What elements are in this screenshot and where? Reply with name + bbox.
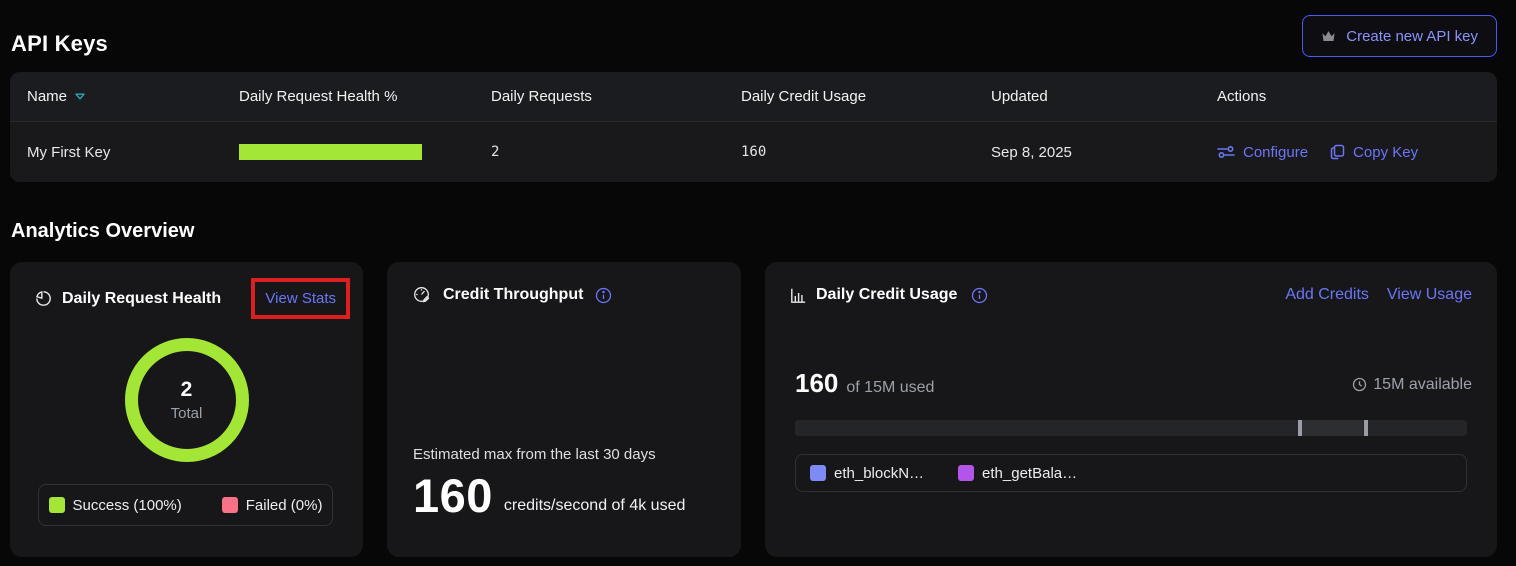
topbar: API Keys Create new API key — [0, 0, 1516, 72]
analytics-overview-title: Analytics Overview — [11, 220, 1516, 243]
request-health-donut-chart: 2 Total — [125, 338, 249, 462]
daily-credit-usage-card: Daily Credit Usage Add Credits View Usag… — [765, 262, 1497, 557]
failed-label: Failed (0%) — [246, 497, 323, 514]
legend-item-eth-blocknumber: eth_blockN… — [810, 465, 924, 482]
failed-swatch — [222, 497, 238, 513]
copy-key-link[interactable]: Copy Key — [1330, 144, 1418, 161]
eth-blocknumber-swatch — [810, 465, 826, 481]
column-header-actions: Actions — [1217, 88, 1497, 105]
throughput-subtitle: Estimated max from the last 30 days — [413, 446, 717, 463]
add-credits-link[interactable]: Add Credits — [1285, 286, 1369, 304]
key-daily-requests: 2 — [491, 144, 741, 160]
card-title-daily-credit-usage: Daily Credit Usage — [816, 286, 957, 304]
crown-icon — [1321, 30, 1336, 43]
configure-label: Configure — [1243, 144, 1308, 161]
api-keys-table: Name Daily Request Health % Daily Reques… — [10, 72, 1497, 182]
column-header-daily-requests: Daily Requests — [491, 88, 741, 105]
credits-available: 15M available — [1352, 376, 1472, 394]
legend-item-success: Success (100%) — [49, 497, 182, 514]
sort-chevron-down-icon[interactable] — [74, 92, 86, 101]
credits-available-label: 15M available — [1373, 376, 1472, 394]
key-daily-credit-usage: 160 — [741, 144, 991, 160]
view-usage-link[interactable]: View Usage — [1387, 286, 1472, 304]
credit-usage-legend: eth_blockN… eth_getBala… — [795, 454, 1467, 492]
daily-request-health-card: Daily Request Health View Stats 2 Total … — [10, 262, 363, 557]
key-actions: Configure Copy Key — [1217, 144, 1497, 161]
create-api-key-label: Create new API key — [1346, 28, 1478, 45]
donut-total-label: Total — [171, 405, 203, 422]
info-icon[interactable] — [595, 287, 612, 304]
view-stats-link[interactable]: View Stats — [265, 290, 336, 307]
pie-chart-icon — [35, 290, 52, 307]
bar-chart-icon — [790, 287, 807, 304]
credit-throughput-card: Credit Throughput Estimated max from the… — [387, 262, 741, 557]
legend-item-failed: Failed (0%) — [222, 497, 323, 514]
eth-getbalance-swatch — [958, 465, 974, 481]
clock-icon — [1352, 377, 1367, 392]
copy-key-label: Copy Key — [1353, 144, 1418, 161]
progress-segment — [1298, 420, 1364, 436]
throughput-suffix: credits/second of 4k used — [504, 497, 685, 517]
sliders-icon — [1217, 145, 1235, 159]
card-title-daily-request-health: Daily Request Health — [62, 290, 221, 308]
credit-usage-progress-bar — [795, 420, 1467, 436]
request-health-legend: Success (100%) Failed (0%) — [38, 484, 333, 526]
create-api-key-button[interactable]: Create new API key — [1302, 15, 1497, 57]
copy-icon — [1330, 144, 1345, 160]
progress-tick — [1298, 420, 1302, 436]
table-row[interactable]: My First Key 2 160 Sep 8, 2025 Configure — [10, 122, 1497, 182]
gauge-icon — [413, 286, 431, 304]
column-header-daily-credit-usage: Daily Credit Usage — [741, 88, 991, 105]
success-swatch — [49, 497, 65, 513]
column-header-health: Daily Request Health % — [239, 88, 491, 105]
page-title: API Keys — [11, 31, 108, 57]
throughput-value: 160 — [413, 475, 493, 517]
legend-item-eth-getbalance: eth_getBala… — [958, 465, 1077, 482]
table-header-row: Name Daily Request Health % Daily Reques… — [10, 72, 1497, 122]
progress-tick — [1364, 420, 1368, 436]
column-header-name[interactable]: Name — [27, 88, 239, 105]
health-bar-fill — [239, 144, 422, 160]
analytics-cards: Daily Request Health View Stats 2 Total … — [10, 262, 1497, 557]
success-label: Success (100%) — [73, 497, 182, 514]
column-header-updated: Updated — [991, 88, 1217, 105]
annotation-highlight-box: View Stats — [251, 278, 350, 319]
eth-blocknumber-label: eth_blockN… — [834, 465, 924, 482]
credits-used-value: 160 — [795, 368, 838, 399]
key-name: My First Key — [27, 144, 239, 161]
info-icon[interactable] — [971, 287, 988, 304]
donut-total-value: 2 — [181, 378, 193, 402]
card-title-credit-throughput: Credit Throughput — [443, 286, 583, 304]
configure-link[interactable]: Configure — [1217, 144, 1308, 161]
column-header-name-label: Name — [27, 88, 67, 105]
credits-used-suffix: of 15M used — [846, 379, 934, 397]
health-bar-track — [239, 144, 422, 160]
eth-getbalance-label: eth_getBala… — [982, 465, 1077, 482]
key-health-cell — [239, 144, 491, 160]
key-updated-date: Sep 8, 2025 — [991, 144, 1217, 161]
credit-usage-stats: 160 of 15M used 15M available — [795, 368, 1472, 399]
